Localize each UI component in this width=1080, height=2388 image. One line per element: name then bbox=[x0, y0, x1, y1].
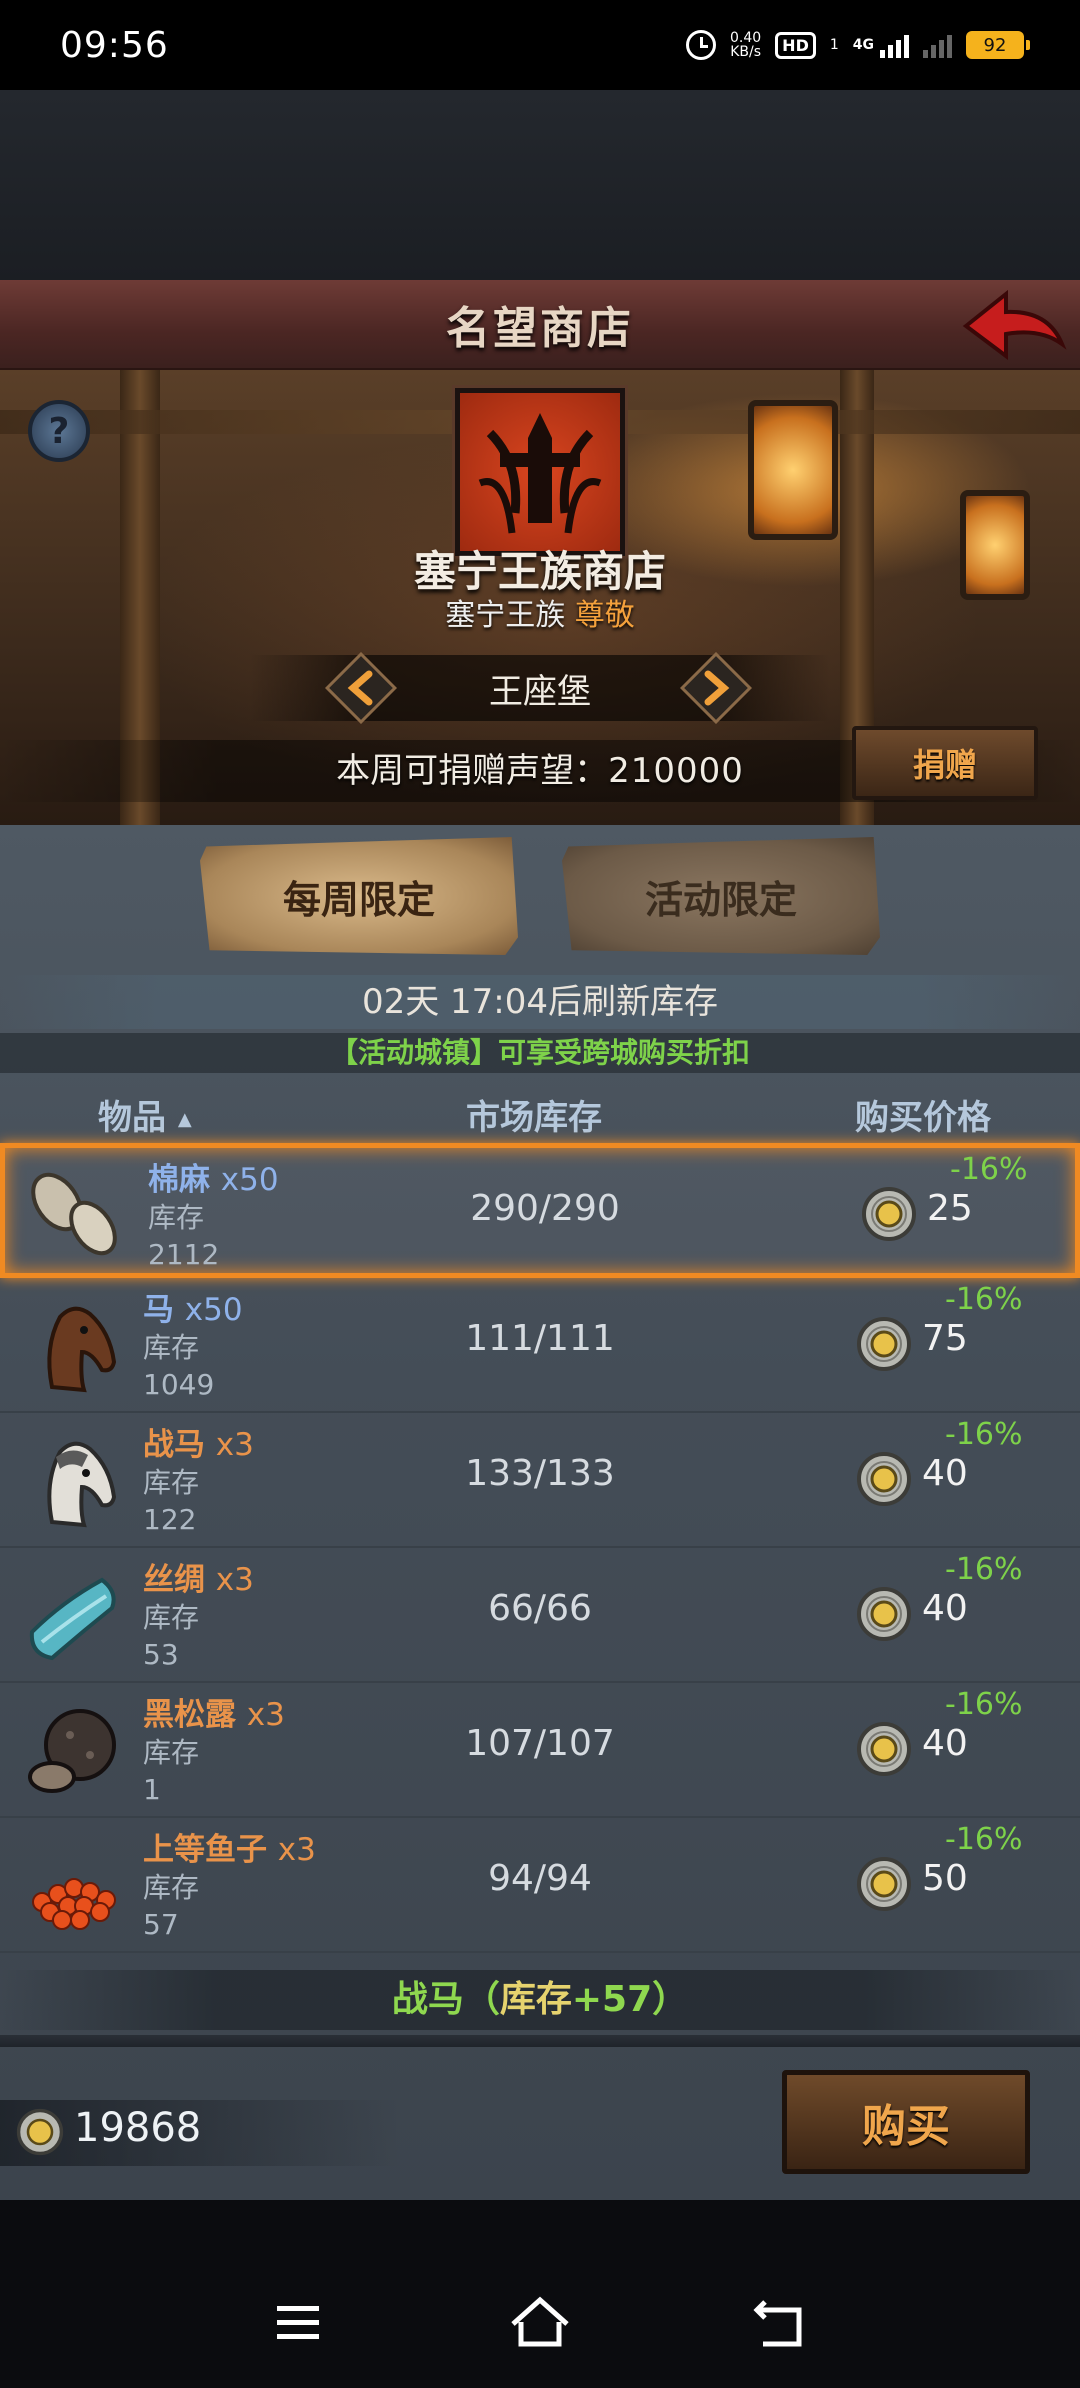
stock-value: 2112 bbox=[148, 1238, 220, 1271]
coin-icon bbox=[857, 1857, 911, 1911]
stock-label: 库存 bbox=[148, 1201, 205, 1234]
signal-2-icon bbox=[923, 32, 952, 58]
stock-label: 库存 bbox=[143, 1871, 200, 1904]
prev-city-button[interactable] bbox=[325, 652, 397, 724]
battery-icon: 92 bbox=[966, 31, 1030, 59]
discount-badge: -16% bbox=[945, 1822, 1023, 1857]
item-row[interactable]: 黑松露 x3 库存 1 107/107 40 -16% bbox=[0, 1683, 1080, 1818]
status-bar: 09:56 0.40 KB/s HD 1 4G 92 bbox=[0, 0, 1080, 90]
market-stock: 107/107 bbox=[465, 1723, 615, 1764]
faction-emblem bbox=[455, 388, 625, 556]
discount-badge: -16% bbox=[945, 1282, 1023, 1317]
horse-icon bbox=[47, 1306, 117, 1393]
shop-banner: ? 塞宁王族商店 塞宁王族 尊敬 王座堡 本周可捐赠声望：210000 捐赠 bbox=[0, 370, 1080, 825]
item-name: 黑松露 x3 bbox=[143, 1697, 285, 1733]
menu-icon[interactable] bbox=[263, 2288, 333, 2358]
discount-badge: -16% bbox=[945, 1417, 1023, 1452]
item-row[interactable]: 马 x50 库存 1049 111/111 75 -16% bbox=[0, 1278, 1080, 1413]
market-stock: 94/94 bbox=[488, 1858, 592, 1899]
linen-roll-icon bbox=[31, 1172, 117, 1256]
discount-note: 【活动城镇】可享受跨城购买折扣 bbox=[0, 1033, 1080, 1073]
caviar-icon bbox=[32, 1878, 116, 1930]
coin-icon bbox=[857, 1587, 911, 1641]
page-title: 名望商店 bbox=[446, 303, 634, 354]
item-row[interactable]: 棉麻 x50 库存 2112 290/290 25 -16% bbox=[0, 1143, 1080, 1278]
coin-icon bbox=[857, 1722, 911, 1776]
warhorse-icon bbox=[47, 1441, 117, 1528]
item-price: 50 bbox=[922, 1858, 968, 1899]
truffle-icon bbox=[28, 1709, 116, 1793]
stock-value: 53 bbox=[143, 1638, 179, 1671]
network-type: 4G bbox=[852, 37, 874, 53]
market-stock: 133/133 bbox=[465, 1453, 615, 1494]
stock-value: 57 bbox=[143, 1908, 179, 1941]
discount-badge: -16% bbox=[950, 1152, 1028, 1187]
item-name: 丝绸 x3 bbox=[143, 1562, 254, 1598]
divider bbox=[0, 2035, 1080, 2047]
item-name: 马 x50 bbox=[143, 1292, 243, 1328]
stock-label: 库存 bbox=[143, 1331, 200, 1364]
item-name: 上等鱼子 x3 bbox=[143, 1832, 316, 1868]
sort-asc-icon: ▲ bbox=[177, 1109, 192, 1130]
alarm-icon bbox=[686, 30, 716, 60]
market-stock: 111/111 bbox=[465, 1318, 615, 1359]
silk-icon bbox=[29, 1577, 116, 1661]
shop-panel: 每周限定 活动限定 02天 17:04后刷新库存 【活动城镇】可享受跨城购买折扣… bbox=[0, 825, 1080, 2200]
reputation-rank: 尊敬 bbox=[574, 598, 635, 633]
home-icon[interactable] bbox=[505, 2288, 575, 2358]
hd-badge: HD bbox=[775, 31, 816, 59]
stock-value: 1049 bbox=[143, 1368, 215, 1401]
status-icons: 0.40 KB/s HD 1 4G 92 bbox=[686, 30, 1030, 60]
next-city-button[interactable] bbox=[680, 652, 752, 724]
stock-value: 122 bbox=[143, 1503, 197, 1536]
lantern-icon bbox=[748, 400, 838, 540]
item-price: 40 bbox=[922, 1588, 968, 1629]
balance-value: 19868 bbox=[74, 2105, 202, 2151]
sword-crest-icon bbox=[478, 413, 602, 534]
stock-label: 库存 bbox=[143, 1736, 200, 1769]
stock-label: 库存 bbox=[143, 1466, 200, 1499]
system-nav-bar bbox=[0, 2200, 1080, 2388]
item-price: 25 bbox=[927, 1188, 973, 1229]
faction-name: 塞宁王族 bbox=[445, 598, 566, 633]
item-name: 战马 x3 bbox=[143, 1427, 254, 1463]
top-background bbox=[0, 90, 1080, 280]
market-stock: 66/66 bbox=[488, 1588, 592, 1629]
item-price: 75 bbox=[922, 1318, 968, 1359]
column-market: 市场库存 bbox=[466, 1098, 602, 1138]
item-price: 40 bbox=[922, 1723, 968, 1764]
tab-event[interactable]: 活动限定 bbox=[562, 837, 880, 955]
discount-badge: -16% bbox=[945, 1552, 1023, 1587]
stock-value: 1 bbox=[143, 1773, 161, 1806]
stock-label: 库存 bbox=[143, 1601, 200, 1634]
title-bar: 名望商店 bbox=[0, 280, 1080, 370]
donate-button[interactable]: 捐赠 bbox=[852, 726, 1038, 800]
item-row[interactable]: 上等鱼子 x3 库存 57 94/94 50 -16% bbox=[0, 1818, 1080, 1953]
clock: 09:56 bbox=[60, 24, 169, 66]
coin-icon bbox=[857, 1452, 911, 1506]
back-arrow-icon[interactable] bbox=[958, 286, 1068, 366]
item-price: 40 bbox=[922, 1453, 968, 1494]
back-nav-icon[interactable] bbox=[745, 2288, 815, 2358]
item-row[interactable]: 战马 x3 库存 122 133/133 40 -16% bbox=[0, 1413, 1080, 1548]
coin-icon bbox=[857, 1317, 911, 1371]
selected-item-summary: 战马（库存+57） bbox=[0, 1970, 1080, 2030]
donate-value: 210000 bbox=[608, 751, 744, 791]
sim-index: 1 bbox=[829, 37, 839, 53]
faction-line: 塞宁王族 尊敬 bbox=[0, 590, 1080, 634]
net-speed: 0.40 KB/s bbox=[730, 30, 762, 60]
refresh-timer: 02天 17:04后刷新库存 bbox=[0, 975, 1080, 1029]
signal-icon bbox=[880, 32, 909, 58]
tab-weekly[interactable]: 每周限定 bbox=[200, 837, 518, 955]
market-stock: 290/290 bbox=[470, 1188, 620, 1229]
column-item[interactable]: 物品 ▲ bbox=[98, 1090, 192, 1139]
item-name: 棉麻 x50 bbox=[148, 1162, 279, 1198]
coin-icon bbox=[862, 1187, 916, 1241]
discount-badge: -16% bbox=[945, 1687, 1023, 1722]
help-icon[interactable]: ? bbox=[28, 400, 90, 462]
column-price: 购买价格 bbox=[855, 1098, 991, 1138]
buy-button[interactable]: 购买 bbox=[782, 2070, 1030, 2174]
coin-icon bbox=[16, 2108, 64, 2156]
item-row[interactable]: 丝绸 x3 库存 53 66/66 40 -16% bbox=[0, 1548, 1080, 1683]
